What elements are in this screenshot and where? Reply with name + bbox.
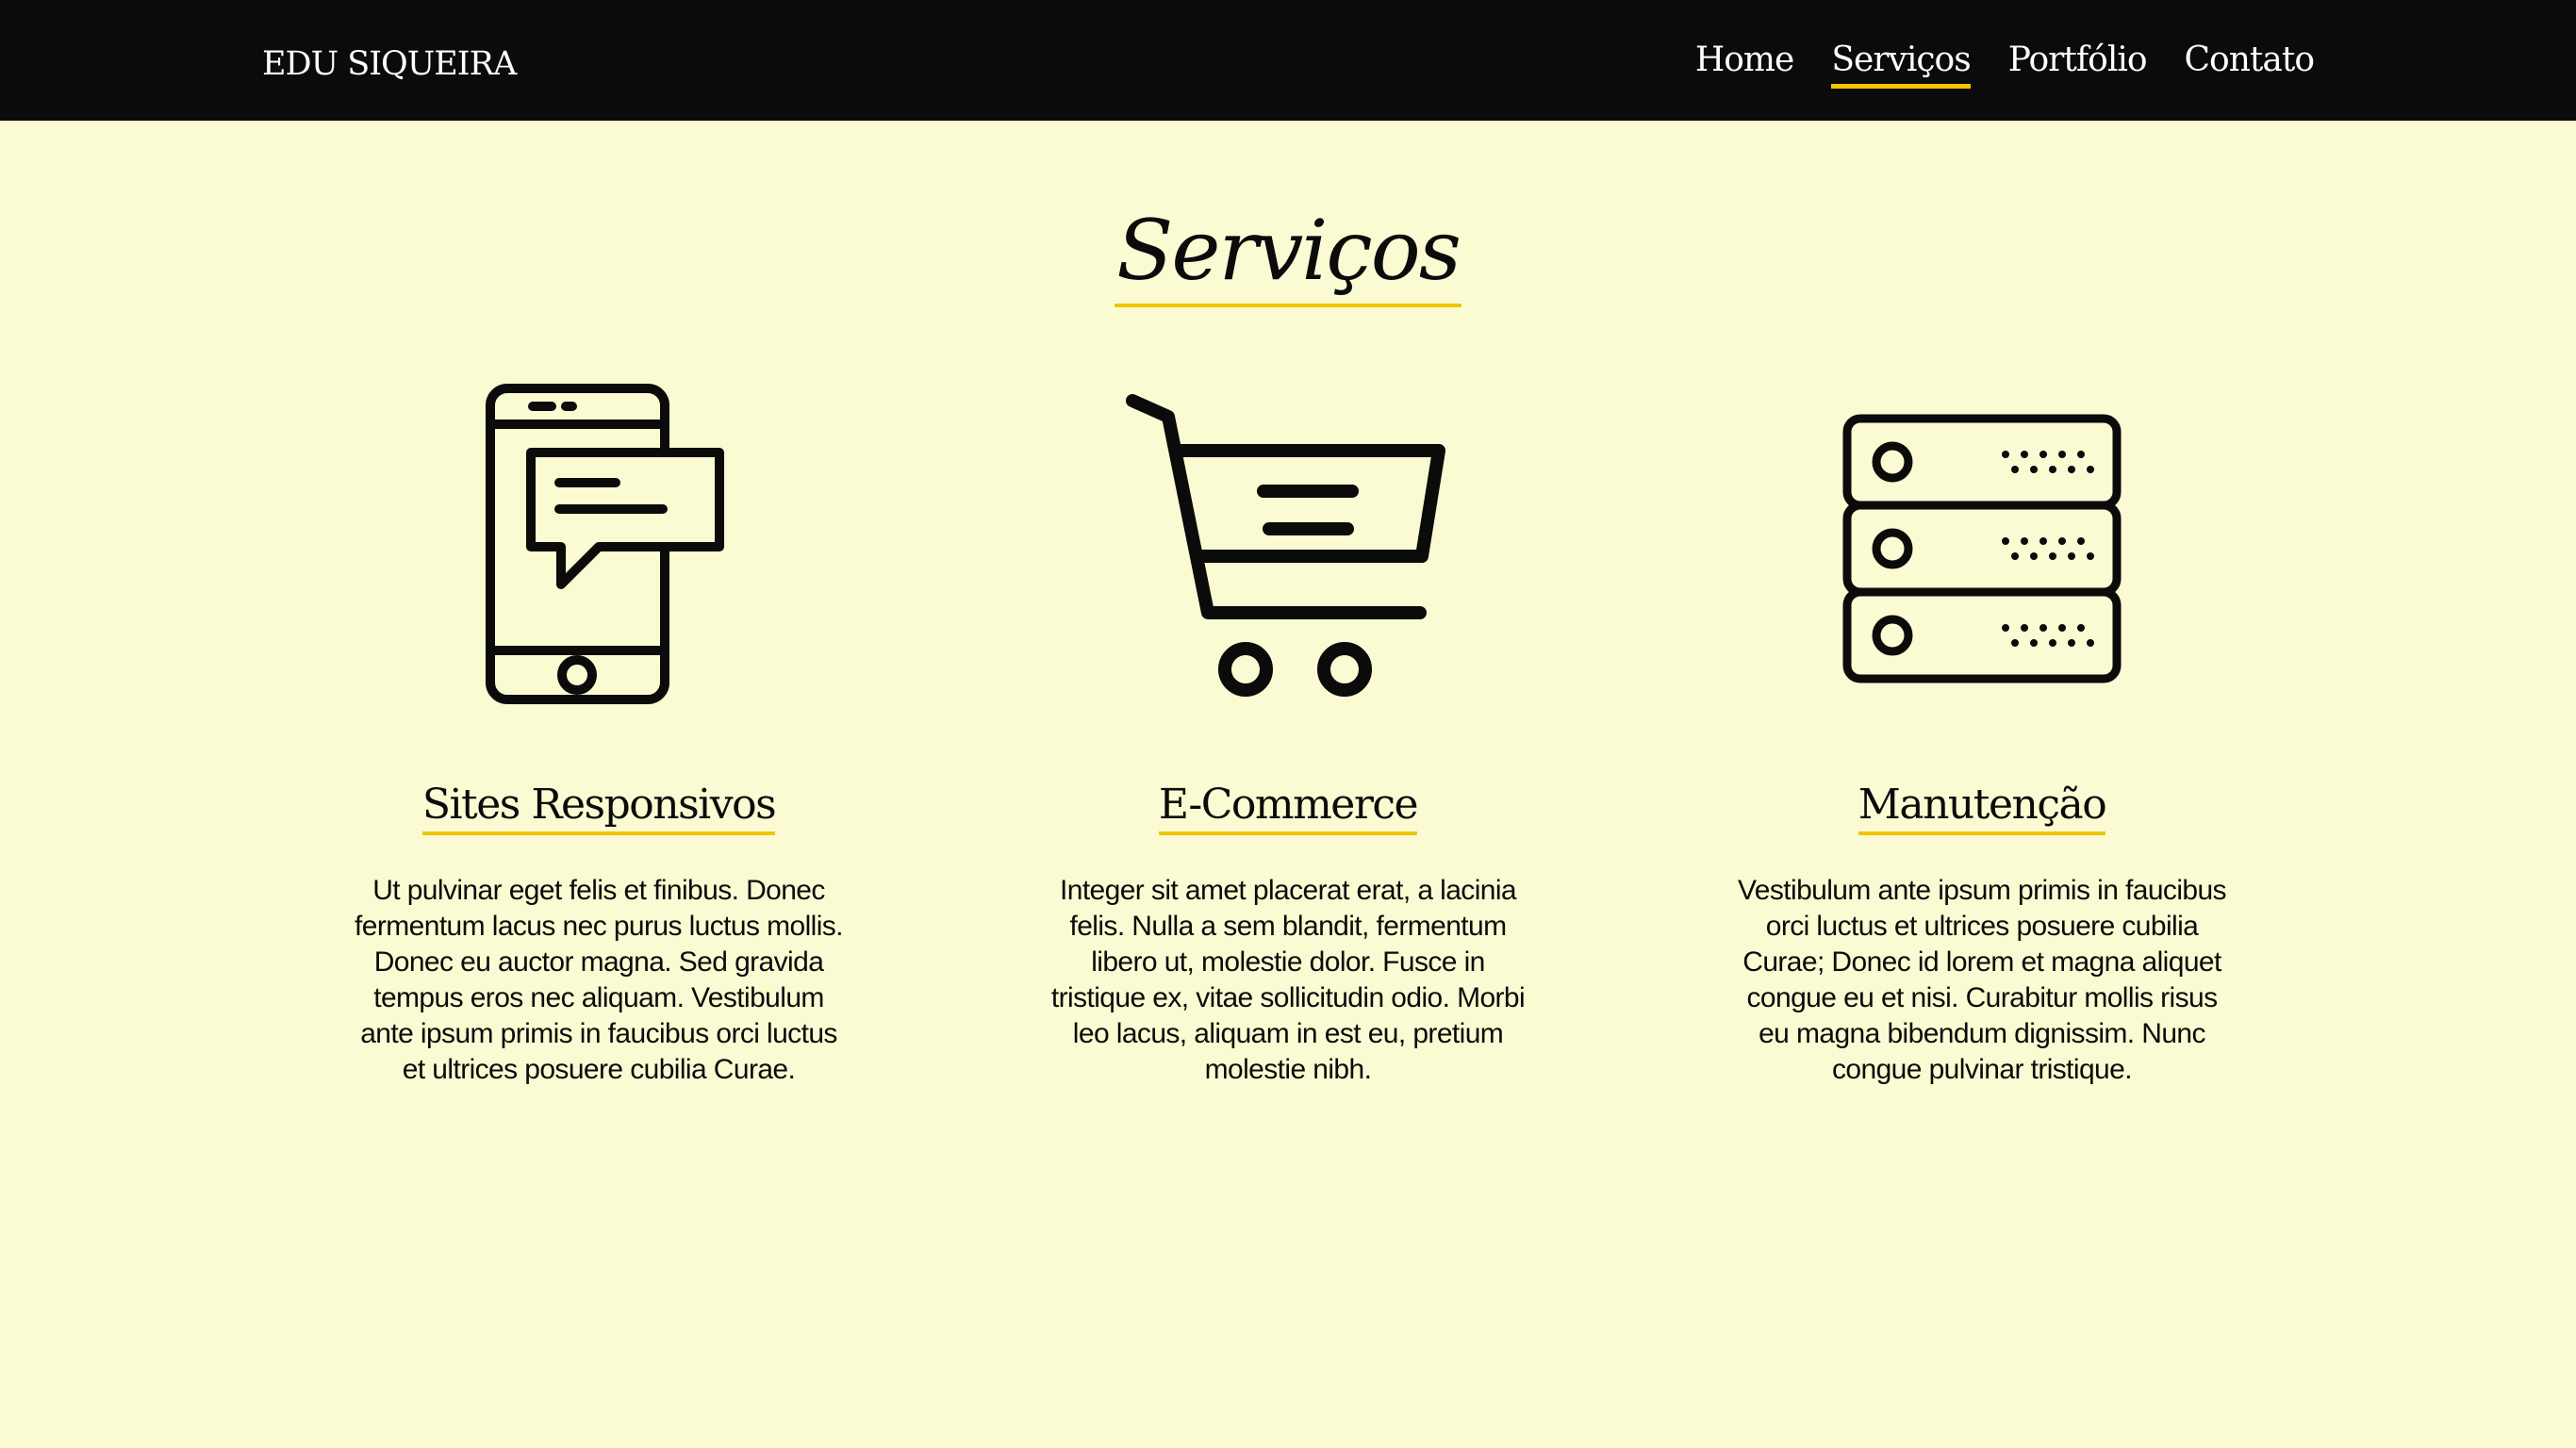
nav-home-link[interactable]: Home [1695,36,1795,89]
card-title: Sites Responsivos [421,779,777,835]
card-description: Ut pulvinar eget felis et finibus. Donec… [355,875,843,1085]
card-description: Vestibulum ante ipsum primis in faucibus… [1738,875,2227,1085]
card-heading-wrap: E-Commerce [1033,779,1543,841]
brand-logo[interactable]: EDU SIQUEIRA [262,43,517,85]
page-title: Serviços [1115,198,1461,307]
nav-contato-link[interactable]: Contato [2185,36,2315,89]
main-nav: Home Serviços Portfólio Contato [1695,36,2315,92]
service-card-ecommerce: E-Commerce Integer sit amet placerat era… [1033,377,1543,1088]
server-icon [1727,377,2237,716]
nav-servicos-link[interactable]: Serviços [1831,36,1972,89]
card-title: Manutenção [1858,779,2107,835]
shopping-cart-icon [1033,377,1543,716]
card-heading-wrap: Sites Responsivos [344,779,853,841]
card-description: Integer sit amet placerat erat, a lacini… [1050,875,1526,1085]
smartphone-message-icon [344,377,853,716]
card-heading-wrap: Manutenção [1727,779,2237,841]
nav-portfolio-link[interactable]: Portfólio [2008,36,2148,89]
service-card-responsive: Sites Responsivos Ut pulvinar eget felis… [344,377,853,1088]
service-card-maintenance: Manutenção Vestibulum ante ipsum primis … [1727,377,2237,1088]
card-title: E-Commerce [1158,779,1419,835]
navbar: EDU SIQUEIRA Home Serviços Portfólio Con… [0,0,2576,121]
section-title-wrap: Serviços [0,198,2576,307]
